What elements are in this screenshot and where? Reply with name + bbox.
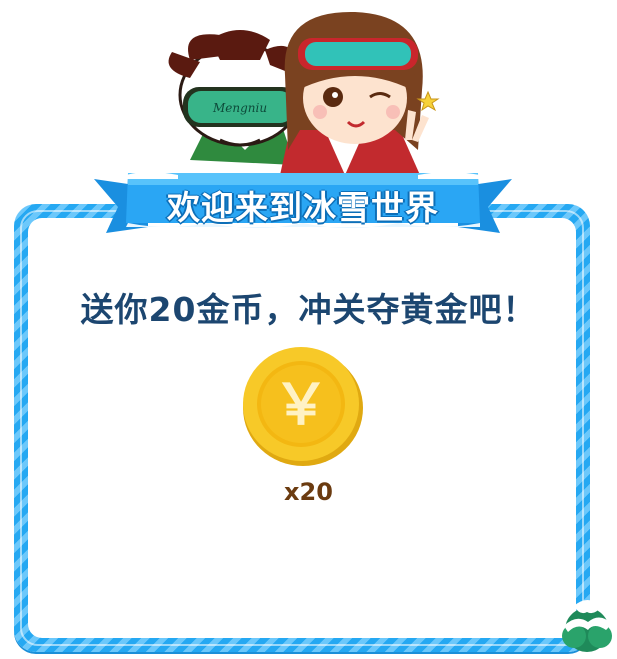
mascot-illustration: Mengniu xyxy=(150,0,450,175)
reward-count: x20 xyxy=(284,478,333,506)
dialog-title: 欢迎来到冰雪世界 xyxy=(167,188,439,227)
girl-mascot xyxy=(280,11,440,175)
winter-tree-icon xyxy=(556,592,617,654)
coin-icon: ￥ xyxy=(239,344,367,468)
coin-symbol: ￥ xyxy=(273,373,329,438)
title-banner: 欢迎来到冰雪世界 xyxy=(88,165,518,235)
reward-message: 送你20金币，冲关夺黄金吧！ xyxy=(80,290,537,329)
goggle-brand-text: Mengniu xyxy=(212,101,267,115)
